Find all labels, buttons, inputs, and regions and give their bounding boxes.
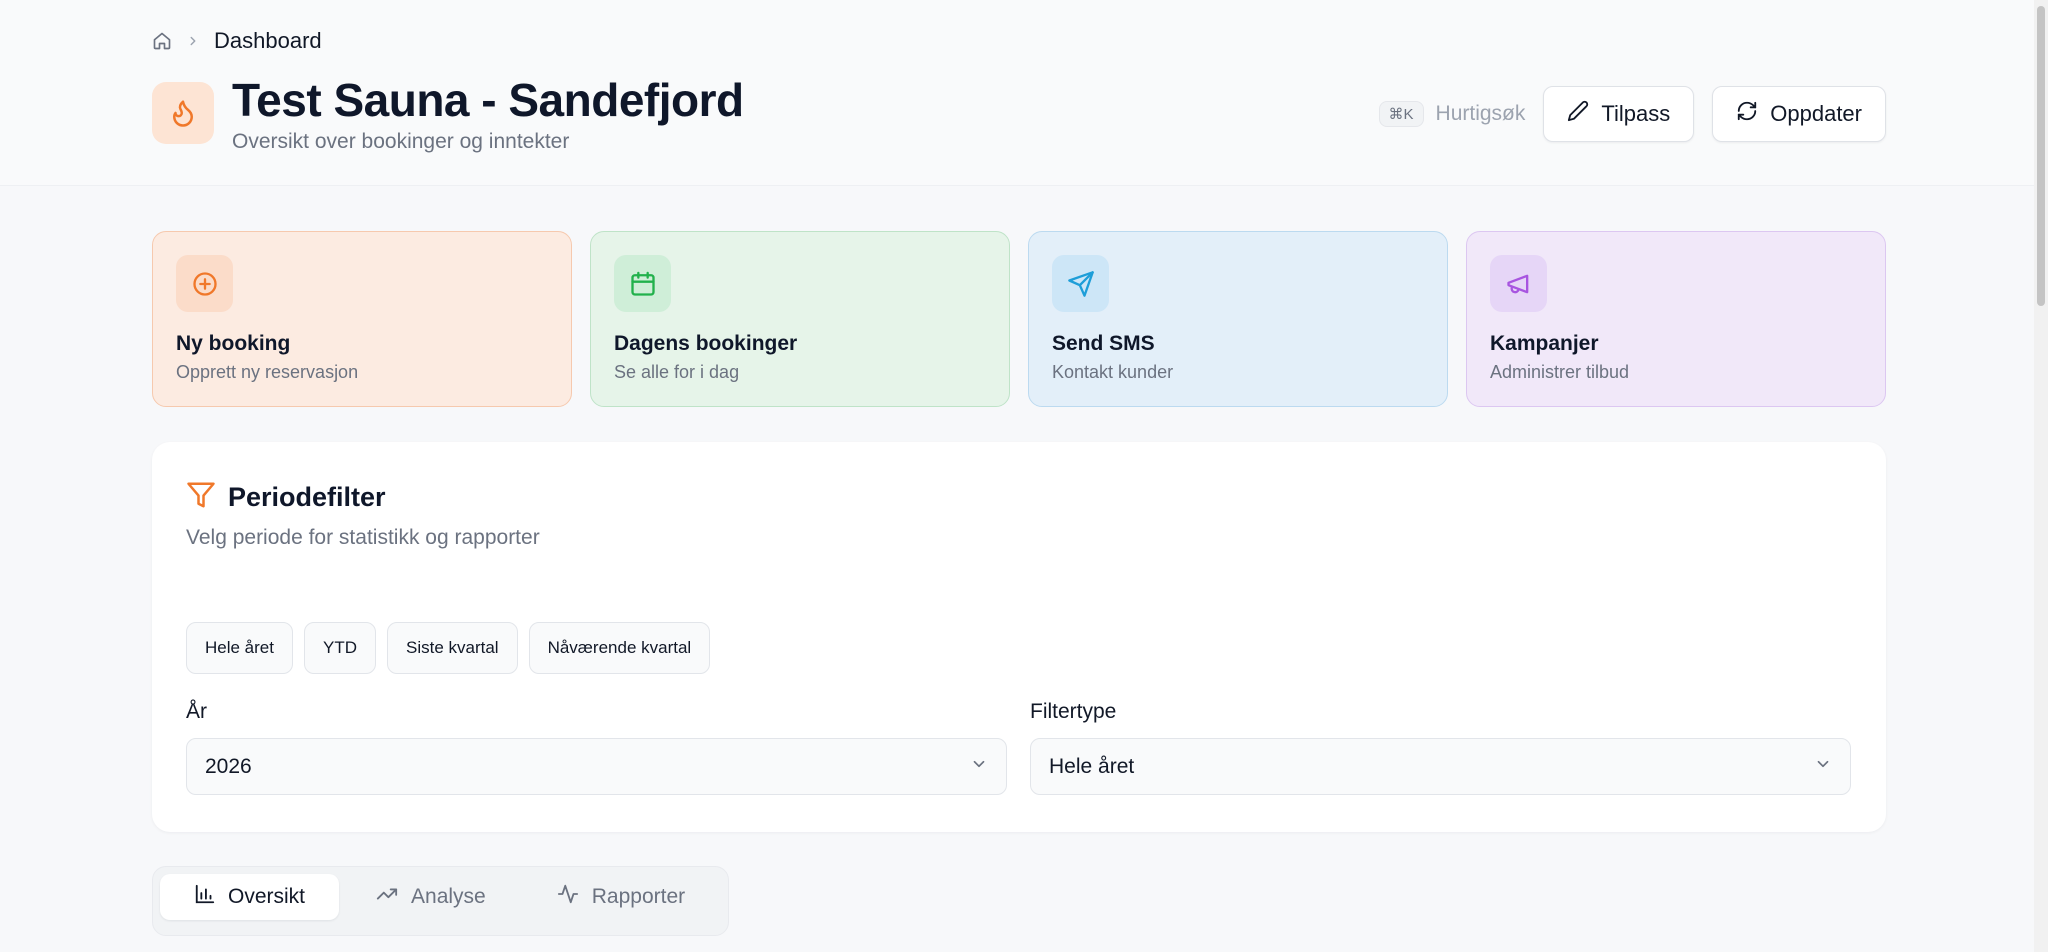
quick-action-subtitle: Kontakt kunder xyxy=(1052,362,1174,382)
filter-type-value: Hele året xyxy=(1049,754,1135,778)
title-row: Test Sauna - Sandefjord Oversikt over bo… xyxy=(152,74,744,154)
refresh-icon xyxy=(1736,100,1758,128)
quick-action-new-booking[interactable]: Ny booking Opprett ny reservasjon xyxy=(152,231,572,407)
quick-action-send-sms[interactable]: Send SMS Kontakt kunder xyxy=(1028,231,1448,407)
quick-action-title: Ny booking xyxy=(176,332,291,355)
customize-button[interactable]: Tilpass xyxy=(1543,86,1695,142)
page-subtitle: Oversikt over bookinger og inntekter xyxy=(232,130,570,153)
trending-up-icon xyxy=(375,883,399,911)
activity-icon xyxy=(556,883,580,911)
year-label: År xyxy=(186,700,207,723)
header-actions: ⌘K Hurtigsøk Tilpass Oppdater xyxy=(1378,86,1886,142)
tab-reports[interactable]: Rapporter xyxy=(522,874,719,920)
year-select[interactable]: 2026 xyxy=(186,738,1007,795)
quick-action-todays-bookings[interactable]: Dagens bookinger Se alle for i dag xyxy=(590,231,1010,407)
period-filter-panel: Periodefilter Velg periode for statistik… xyxy=(152,442,1886,832)
chevron-down-icon xyxy=(1814,755,1832,779)
pencil-icon xyxy=(1567,100,1589,128)
year-field: År 2026 xyxy=(186,700,1007,795)
chevron-right-icon xyxy=(186,34,200,48)
send-icon xyxy=(1052,255,1109,312)
page-title: Test Sauna - Sandefjord xyxy=(232,74,744,126)
quick-action-subtitle: Administrer tilbud xyxy=(1490,362,1630,382)
flame-icon xyxy=(152,82,214,144)
quick-search-trigger[interactable]: Hurtigsøk xyxy=(1436,102,1526,126)
dashboard-tabs: Oversikt Analyse Rapporter xyxy=(152,866,729,936)
megaphone-icon xyxy=(1490,255,1547,312)
quick-actions: Ny booking Opprett ny reservasjon Dagens… xyxy=(152,231,1886,407)
bar-chart-icon xyxy=(194,883,216,911)
page-header: Dashboard Test Sauna - Sandefjord Oversi… xyxy=(0,0,2048,186)
breadcrumb: Dashboard xyxy=(152,28,322,54)
shortcut-badge: ⌘K xyxy=(1378,101,1424,127)
quick-action-subtitle: Se alle for i dag xyxy=(614,362,740,382)
page-scrollbar[interactable] xyxy=(2034,0,2048,952)
home-icon[interactable] xyxy=(152,31,172,51)
scrollbar-thumb[interactable] xyxy=(2037,6,2045,306)
quick-action-campaigns[interactable]: Kampanjer Administrer tilbud xyxy=(1466,231,1886,407)
filter-type-field: Filtertype Hele året xyxy=(1030,700,1851,795)
customize-label: Tilpass xyxy=(1601,101,1671,126)
quick-range-buttons: Hele året YTD Siste kvartal Nåværende kv… xyxy=(186,622,711,674)
tab-label: Rapporter xyxy=(591,885,686,908)
range-current-quarter-button[interactable]: Nåværende kvartal xyxy=(528,622,711,674)
filter-description: Velg periode for statistikk og rapporter xyxy=(186,526,540,549)
filter-title: Periodefilter xyxy=(228,482,386,512)
breadcrumb-current: Dashboard xyxy=(214,28,322,53)
tab-label: Analyse xyxy=(411,885,486,908)
range-whole-year-button[interactable]: Hele året xyxy=(186,622,293,674)
quick-action-subtitle: Opprett ny reservasjon xyxy=(176,362,359,382)
chevron-down-icon xyxy=(970,755,988,779)
quick-action-title: Send SMS xyxy=(1052,332,1155,355)
refresh-label: Oppdater xyxy=(1770,101,1862,126)
quick-action-title: Dagens bookinger xyxy=(614,332,798,355)
filter-type-select[interactable]: Hele året xyxy=(1030,738,1851,795)
calendar-icon xyxy=(614,255,671,312)
filter-icon xyxy=(186,480,216,515)
tab-overview[interactable]: Oversikt xyxy=(160,874,340,920)
refresh-button[interactable]: Oppdater xyxy=(1712,86,1886,142)
plus-circle-icon xyxy=(176,255,233,312)
range-ytd-button[interactable]: YTD xyxy=(303,622,376,674)
tab-label: Oversikt xyxy=(228,885,306,908)
filter-type-label: Filtertype xyxy=(1030,700,1117,723)
range-last-quarter-button[interactable]: Siste kvartal xyxy=(386,622,518,674)
tab-analysis[interactable]: Analyse xyxy=(341,874,520,920)
quick-action-title: Kampanjer xyxy=(1490,332,1599,355)
year-value: 2026 xyxy=(205,754,252,778)
